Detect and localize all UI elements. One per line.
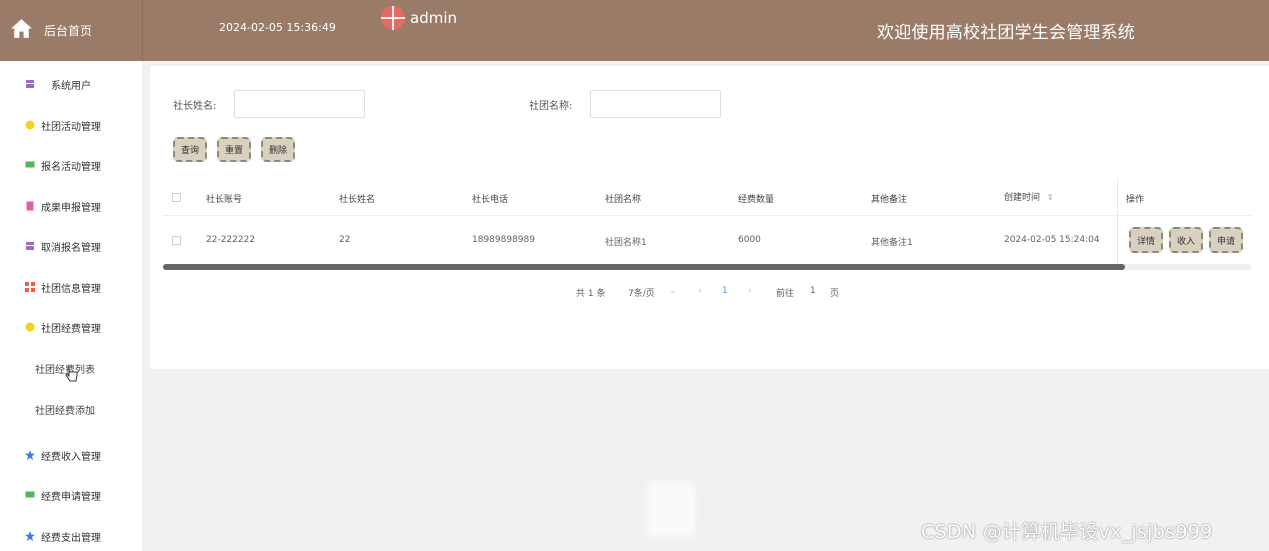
leader-name-label: 社长姓名: [173,101,217,112]
delete-button[interactable]: 删除 [261,137,295,162]
table-header: 社长账号 社长姓名 社长电话 社团名称 经费数量 其他备注 创建时间 ⇕ 操作 [163,178,1251,216]
home-link[interactable]: 后台首页 [0,0,143,61]
goto-page-input[interactable]: 1 [810,286,816,296]
col-header-club: 社团名称 [605,195,642,205]
club-name-input[interactable] [590,90,721,118]
page-unit-label: 页 [830,289,840,299]
home-label: 后台首页 [44,24,93,38]
user-icon [25,79,35,89]
cell-amount: 6000 [738,235,761,245]
sidebar-item-label: 经费支出管理 [41,532,101,544]
sidebar-item-club-funds[interactable]: 社团经费管理 [0,314,143,340]
col-header-amount: 经费数量 [738,195,775,205]
username[interactable]: admin [410,9,457,27]
table-row: 22-222222 22 18989898989 社团名称1 6000 其他备注… [163,222,1251,260]
home-icon [9,16,34,45]
cell-club: 社团名称1 [605,238,647,248]
col-header-phone: 社长电话 [472,195,509,205]
pagination-total: 共 1 条 [576,289,606,299]
sort-icon[interactable]: ⇕ [1047,193,1054,202]
cell-created: 2024-02-05 15:24:04 [1004,235,1100,245]
page-size-select[interactable]: 7条/页 [628,286,655,299]
leader-name-input[interactable] [234,90,365,118]
col-header-remark: 其他备注 [871,195,908,205]
system-title: 欢迎使用高校社团学生会管理系统 [877,23,1135,43]
sidebar-item-funds-income[interactable]: 经费收入管理 [0,442,143,468]
horizontal-scrollbar-thumb[interactable] [163,264,1125,270]
sidebar-item-label: 取消报名管理 [41,242,101,254]
sidebar-item-label: 社团信息管理 [41,283,101,295]
sidebar-item-funds-expense[interactable]: 经费支出管理 [0,523,143,549]
sidebar-item-label: 社团经费管理 [41,323,101,335]
smile-icon [25,322,35,332]
sidebar-item-club-activity[interactable]: 社团活动管理 [0,112,143,138]
cell-remark: 其他备注1 [871,238,913,248]
sidebar: 系统用户 社团活动管理 报名活动管理 成果申报管理 取消报名管理 社团信息管理 … [0,61,143,551]
sidebar-item-label: 成果申报管理 [41,202,101,214]
col-header-account: 社长账号 [206,195,243,205]
current-datetime: 2024-02-05 15:36:49 [219,21,336,34]
goto-label: 前往 [776,289,795,299]
sidebar-item-label: 经费收入管理 [41,451,101,463]
sidebar-item-label: 系统用户 [51,80,91,92]
avatar-icon[interactable] [381,6,405,30]
chevron-down-icon[interactable]: ⌄ [669,286,677,296]
prev-page-button[interactable]: ‹ [698,286,702,296]
sidebar-item-achievement[interactable]: 成果申报管理 [0,193,143,219]
reset-button[interactable]: 重置 [217,137,251,162]
sidebar-item-club-info[interactable]: 社团信息管理 [0,274,143,300]
next-page-button[interactable]: › [748,286,752,296]
mouse-cursor-icon [65,366,79,382]
current-page[interactable]: 1 [722,286,728,296]
star-icon [25,531,35,541]
detail-button[interactable]: 详情 [1129,227,1163,253]
col-header-name: 社长姓名 [339,195,376,205]
message-icon [25,160,35,170]
submenu-item-funds-add[interactable]: 社团经费添加 [0,396,130,422]
sidebar-item-cancel-signup[interactable]: 取消报名管理 [0,233,143,259]
col-header-actions: 操作 [1126,195,1145,205]
star-icon [25,450,35,460]
sidebar-item-system-users[interactable]: 系统用户 [0,71,143,97]
user-icon [25,241,35,251]
query-button[interactable]: 查询 [173,137,207,162]
grid-icon [25,282,35,292]
sidebar-item-label: 社团活动管理 [41,121,101,133]
top-header: 后台首页 2024-02-05 15:36:49 admin 欢迎使用高校社团学… [0,0,1269,61]
income-button[interactable]: 收入 [1169,227,1203,253]
cell-account: 22-222222 [206,235,256,245]
sidebar-item-label: 报名活动管理 [41,161,101,173]
row-checkbox[interactable] [172,236,181,245]
smile-icon [25,120,35,130]
sidebar-item-signup-activity[interactable]: 报名活动管理 [0,152,143,178]
col-header-created[interactable]: 创建时间 ⇕ [1004,190,1054,203]
fixed-column-divider [1117,178,1118,264]
club-name-label: 社团名称: [529,101,573,112]
apply-button[interactable]: 申请 [1209,227,1243,253]
document-icon [25,201,35,211]
message-icon [25,490,35,500]
cell-name: 22 [339,235,351,245]
sidebar-item-funds-apply[interactable]: 经费申请管理 [0,482,143,508]
watermark: CSDN @计算机毕设vx_jsjbs999 [921,521,1213,543]
col-header-created-label: 创建时间 [1004,193,1041,203]
cell-phone: 18989898989 [472,235,535,245]
select-all-checkbox[interactable] [172,193,181,202]
blur-artifact [647,482,695,537]
sidebar-item-label: 经费申请管理 [41,491,101,503]
